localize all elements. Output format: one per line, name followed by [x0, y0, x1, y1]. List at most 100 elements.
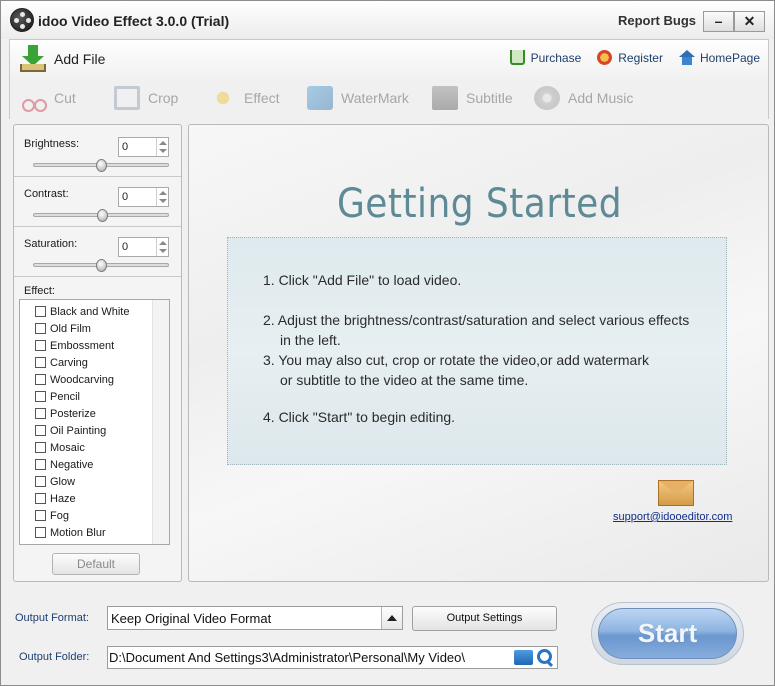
envelope-icon [658, 480, 694, 506]
saturation-slider-thumb[interactable] [96, 259, 107, 272]
contrast-value: 0 [122, 191, 129, 203]
effect-checkbox[interactable] [35, 493, 46, 504]
output-format-value: Keep Original Video Format [111, 611, 272, 626]
spin-arrows-icon[interactable] [156, 238, 168, 256]
saturation-group: Saturation: 0 [14, 227, 181, 277]
effect-item-label: Black and White [50, 305, 130, 318]
cut-button[interactable]: Cut [20, 86, 76, 112]
contrast-spinbox[interactable]: 0 [118, 187, 169, 207]
effect-checkbox[interactable] [35, 408, 46, 419]
effect-item[interactable]: Pencil [20, 388, 152, 405]
output-settings-button[interactable]: Output Settings [412, 606, 557, 631]
contrast-slider-thumb[interactable] [97, 209, 108, 222]
effect-item[interactable]: Woodcarving [20, 371, 152, 388]
effect-button[interactable]: Effect [210, 86, 280, 110]
saturation-value: 0 [122, 241, 129, 253]
homepage-label: HomePage [699, 50, 760, 65]
register-link[interactable]: Register [597, 50, 663, 65]
default-button[interactable]: Default [52, 553, 140, 575]
effect-item[interactable]: Embossment [20, 337, 152, 354]
watermark-icon [307, 86, 333, 110]
effect-item[interactable]: Black and White [20, 303, 152, 320]
brightness-spinbox[interactable]: 0 [118, 137, 169, 157]
add-file-button[interactable]: Add File [20, 44, 105, 74]
step-3-line-2: or subtitle to the video at the same tim… [280, 372, 529, 388]
report-bugs-link[interactable]: Report Bugs [618, 13, 696, 28]
effect-checkbox[interactable] [35, 527, 46, 538]
effect-item[interactable]: Motion Blur [20, 524, 152, 541]
effect-item-label: Glow [50, 475, 76, 488]
home-icon [678, 50, 695, 65]
effect-label: Effect [244, 90, 280, 106]
watermark-label: WaterMark [341, 90, 409, 106]
effect-item-label: Posterize [50, 407, 96, 420]
contrast-group: Contrast: 0 [14, 177, 181, 227]
effect-item[interactable]: Fog [20, 507, 152, 524]
title-bar: idoo Video Effect 3.0.0 (Trial) Report B… [1, 1, 774, 39]
main-toolbar: Add File Purchase Register HomePage [9, 39, 769, 79]
search-icon[interactable] [537, 649, 553, 665]
effect-item[interactable]: Posterize [20, 405, 152, 422]
effect-item[interactable]: Carving [20, 354, 152, 371]
start-button-frame: Start [591, 602, 744, 665]
effect-item[interactable]: Glow [20, 473, 152, 490]
dropdown-arrow-icon[interactable] [381, 607, 402, 629]
minimize-button[interactable]: – [703, 11, 734, 32]
effect-item[interactable]: Negative [20, 456, 152, 473]
effect-checkbox[interactable] [35, 340, 46, 351]
folder-icon[interactable] [514, 650, 533, 665]
crop-button[interactable]: Crop [114, 86, 178, 110]
scissors-icon [20, 86, 47, 112]
effect-checkbox[interactable] [35, 323, 46, 334]
start-button[interactable]: Start [598, 608, 737, 659]
saturation-label: Saturation: [24, 238, 78, 250]
output-folder-label: Output Folder: [19, 651, 90, 663]
effect-checkbox[interactable] [35, 357, 46, 368]
step-1: 1. Click "Add File" to load video. [263, 272, 462, 288]
effect-star-icon [210, 86, 236, 110]
effect-items: Black and White Old Film Embossment Carving… [20, 303, 152, 541]
subtitle-button[interactable]: Subtitle [432, 86, 513, 110]
effect-list-scrollbar[interactable] [152, 300, 169, 544]
effect-item[interactable]: Oil Painting [20, 422, 152, 439]
saturation-slider[interactable] [33, 259, 169, 272]
effect-checkbox[interactable] [35, 510, 46, 521]
effect-item-label: Embossment [50, 339, 115, 352]
add-file-label: Add File [54, 51, 106, 67]
spin-arrows-icon[interactable] [156, 188, 168, 206]
subtitle-label: Subtitle [466, 90, 513, 106]
close-button[interactable]: ✕ [734, 11, 765, 32]
brightness-slider-thumb[interactable] [96, 159, 107, 172]
watermark-button[interactable]: WaterMark [307, 86, 409, 110]
step-3-line-1: 3. You may also cut, crop or rotate the … [263, 352, 649, 368]
effect-item-label: Haze [50, 492, 76, 505]
effect-checkbox[interactable] [35, 442, 46, 453]
brightness-label: Brightness: [24, 138, 80, 150]
effect-checkbox[interactable] [35, 306, 46, 317]
instructions-box: 1. Click "Add File" to load video. 2. Ad… [227, 237, 727, 465]
saturation-spinbox[interactable]: 0 [118, 237, 169, 257]
add-music-button[interactable]: Add Music [534, 86, 633, 110]
effect-checkbox[interactable] [35, 425, 46, 436]
subtitle-icon [432, 86, 458, 110]
spin-arrows-icon[interactable] [156, 138, 168, 156]
brightness-slider[interactable] [33, 159, 169, 172]
purchase-link[interactable]: Purchase [509, 50, 581, 65]
effect-checkbox[interactable] [35, 459, 46, 470]
output-format-select[interactable]: Keep Original Video Format [107, 606, 403, 630]
output-folder-field[interactable]: D:\Document And Settings3\Administrator\… [107, 646, 558, 669]
effect-item[interactable]: Old Film [20, 320, 152, 337]
effect-item[interactable]: Haze [20, 490, 152, 507]
effect-checkbox[interactable] [35, 391, 46, 402]
effect-checkbox[interactable] [35, 476, 46, 487]
homepage-link[interactable]: HomePage [678, 50, 760, 65]
effect-checkbox[interactable] [35, 374, 46, 385]
contrast-slider[interactable] [33, 209, 169, 222]
support-email-link[interactable]: support@idooeditor.com [613, 511, 732, 523]
brightness-value: 0 [122, 141, 129, 153]
output-folder-value: D:\Document And Settings3\Administrator\… [109, 650, 465, 665]
effect-item-label: Oil Painting [50, 424, 107, 437]
effect-item-label: Fog [50, 509, 69, 522]
effect-item[interactable]: Mosaic [20, 439, 152, 456]
effect-item-label: Carving [50, 356, 88, 369]
